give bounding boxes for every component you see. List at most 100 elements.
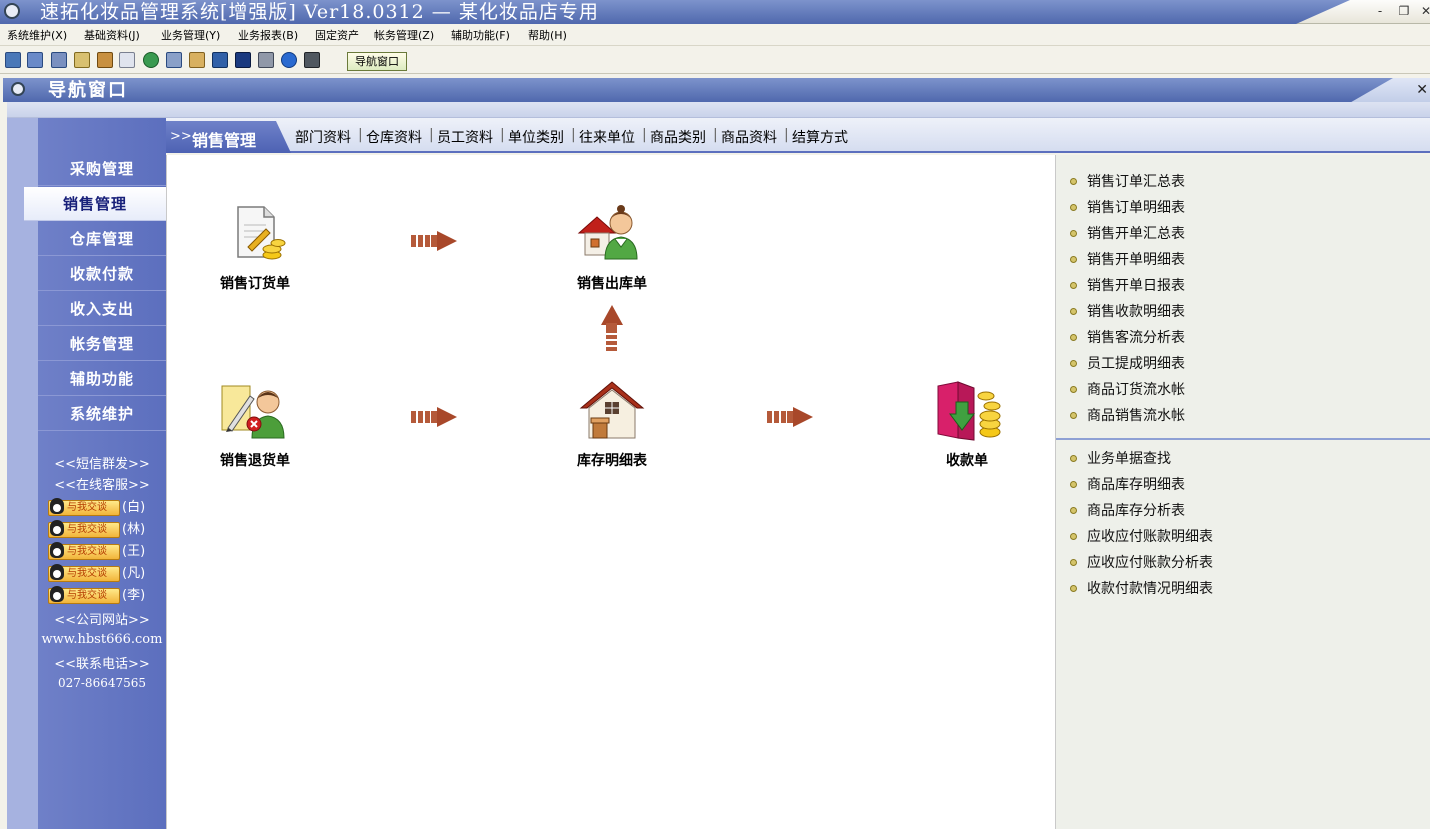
menu-auxiliary[interactable]: 辅助功能(F)	[451, 27, 510, 43]
sublink-employees[interactable]: 员工资料	[437, 127, 493, 147]
printer-preview-icon[interactable]	[74, 52, 90, 68]
website-link[interactable]: www.hbst666.com	[38, 632, 166, 647]
menu-basic-data[interactable]: 基础资料(J)	[84, 27, 140, 43]
sms-link[interactable]: <<短信群发>>	[38, 453, 166, 472]
header-strip	[7, 102, 1430, 118]
breadcrumb-arrow: >>	[170, 129, 192, 144]
bullet-icon	[1070, 386, 1077, 393]
copy-icon[interactable]	[166, 52, 182, 68]
qq-penguin-icon	[50, 542, 64, 558]
separator: |	[358, 127, 363, 143]
monitor-icon[interactable]	[212, 52, 228, 68]
report-link-label: 商品订货流水帐	[1087, 382, 1185, 398]
sidebar-item-warehouse[interactable]: 仓库管理	[38, 222, 166, 256]
nav-window-title: 导航窗口	[48, 80, 128, 101]
nav-window-button[interactable]: 导航窗口	[347, 52, 407, 71]
bullet-icon	[1070, 507, 1077, 514]
sidebar-item-payments[interactable]: 收款付款	[38, 257, 166, 291]
app-icon[interactable]	[4, 3, 20, 19]
bullet-icon	[1070, 481, 1077, 488]
print-icon[interactable]	[258, 52, 274, 68]
inventory-detail-node[interactable]: 库存明细表	[547, 380, 677, 470]
report-link-label: 商品库存明细表	[1087, 477, 1185, 493]
qq-chat-button[interactable]: 与我交谈 (李)	[48, 586, 158, 605]
receipt-label: 收款单	[946, 453, 988, 469]
sales-outbound-icon	[577, 205, 638, 260]
window-icon[interactable]	[51, 52, 67, 68]
sales-return-label: 销售退货单	[220, 453, 290, 469]
qq-penguin-icon	[50, 498, 64, 514]
sublink-products[interactable]: 商品资料	[721, 127, 777, 147]
refresh-icon[interactable]	[119, 52, 135, 68]
bullet-icon	[1070, 282, 1077, 289]
sidebar-item-sales[interactable]: 销售管理	[24, 187, 166, 221]
flow-arrow-up	[599, 305, 623, 353]
report-link-label: 销售开单日报表	[1087, 278, 1185, 294]
menu-help[interactable]: 帮助(H)	[528, 27, 567, 43]
report-link-label: 应收应付账款明细表	[1087, 529, 1213, 545]
sales-return-node[interactable]: 销售退货单	[190, 380, 320, 470]
sublink-partners[interactable]: 往来单位	[579, 127, 635, 147]
exit-icon[interactable]	[304, 52, 320, 68]
qq-agent-name: (李)	[122, 588, 146, 603]
menu-system-maintenance[interactable]: 系统维护(X)	[7, 27, 67, 43]
title-bar: 速拓化妆品管理系统[增强版] Ver18.0312 — 某化妆品店专用 - ❐ …	[0, 0, 1430, 24]
separator: |	[429, 127, 434, 143]
flow-arrow-right	[411, 231, 457, 251]
help-icon[interactable]	[281, 52, 297, 68]
report-link-label: 销售收款明细表	[1087, 304, 1185, 320]
menu-business-reports[interactable]: 业务报表(B)	[238, 27, 298, 43]
online-service-label: <<在线客服>>	[54, 478, 150, 493]
restore-button[interactable]: ❐	[1396, 3, 1412, 19]
nav-window-close-button[interactable]: ✕	[1416, 82, 1428, 98]
bullet-icon	[1070, 178, 1077, 185]
sublink-settlement-methods[interactable]: 结算方式	[792, 127, 848, 147]
sublink-departments[interactable]: 部门资料	[295, 127, 351, 147]
sales-outbound-node[interactable]: 销售出库单	[547, 203, 677, 293]
sidebar-item-auxiliary[interactable]: 辅助功能	[38, 362, 166, 396]
sidebar-item-income-expense[interactable]: 收入支出	[38, 292, 166, 326]
bullet-icon	[1070, 585, 1077, 592]
minimize-button[interactable]: -	[1372, 3, 1388, 19]
sidebar-item-accounts[interactable]: 帐务管理	[38, 327, 166, 361]
sales-order-icon	[237, 206, 286, 260]
sidebar-top	[38, 118, 166, 152]
list2-icon[interactable]	[27, 52, 43, 68]
save-icon[interactable]	[235, 52, 251, 68]
report-icon[interactable]	[97, 52, 113, 68]
receipt-node[interactable]: 收款单	[902, 380, 1032, 470]
report-link-label: 收款付款情况明细表	[1087, 581, 1213, 597]
qq-chat-button[interactable]: 与我交谈 (凡)	[48, 564, 158, 583]
flow-arrow-right	[767, 407, 813, 427]
menu-fixed-assets[interactable]: 固定资产	[315, 27, 359, 43]
list-icon[interactable]	[5, 52, 21, 68]
current-module-label: 销售管理	[192, 131, 257, 150]
report-link-label: 应收应付账款分析表	[1087, 555, 1213, 571]
sublink-unit-categories[interactable]: 单位类别	[508, 127, 564, 147]
qq-chat-button[interactable]: 与我交谈 (白)	[48, 498, 158, 517]
users-icon[interactable]	[143, 52, 159, 68]
menu-accounts[interactable]: 帐务管理(Z)	[374, 27, 434, 43]
edit-icon[interactable]	[189, 52, 205, 68]
report-link-label: 销售订单明细表	[1087, 200, 1185, 216]
report-link-label: 商品销售流水帐	[1087, 408, 1185, 424]
sidebar-item-system[interactable]: 系统维护	[38, 397, 166, 431]
sidebar-item-purchase[interactable]: 采购管理	[38, 152, 166, 186]
sublink-product-categories[interactable]: 商品类别	[650, 127, 706, 147]
sales-order-node[interactable]: 销售订货单	[190, 203, 320, 293]
bullet-icon	[1070, 230, 1077, 237]
website-label: <<公司网站>>	[54, 613, 150, 628]
nav-window-header: 导航窗口 ✕	[3, 78, 1430, 102]
report-link-label: 商品库存分析表	[1087, 503, 1185, 519]
qq-chat-button[interactable]: 与我交谈 (王)	[48, 542, 158, 561]
sublink-warehouses[interactable]: 仓库资料	[366, 127, 422, 147]
qq-chat-button[interactable]: 与我交谈 (林)	[48, 520, 158, 539]
report-link-label: 业务单据查找	[1087, 451, 1171, 467]
qq-agent-name: (林)	[122, 522, 146, 537]
menu-business-management[interactable]: 业务管理(Y)	[161, 27, 220, 43]
close-button[interactable]: ✕	[1418, 3, 1430, 19]
separator: |	[713, 127, 718, 143]
sales-order-label: 销售订货单	[220, 276, 290, 292]
sub-nav-bar: >> 销售管理 部门资料 | 仓库资料 | 员工资料 | 单位类别 | 往来单位…	[166, 118, 1430, 153]
current-module-tab: >> 销售管理	[166, 121, 291, 153]
